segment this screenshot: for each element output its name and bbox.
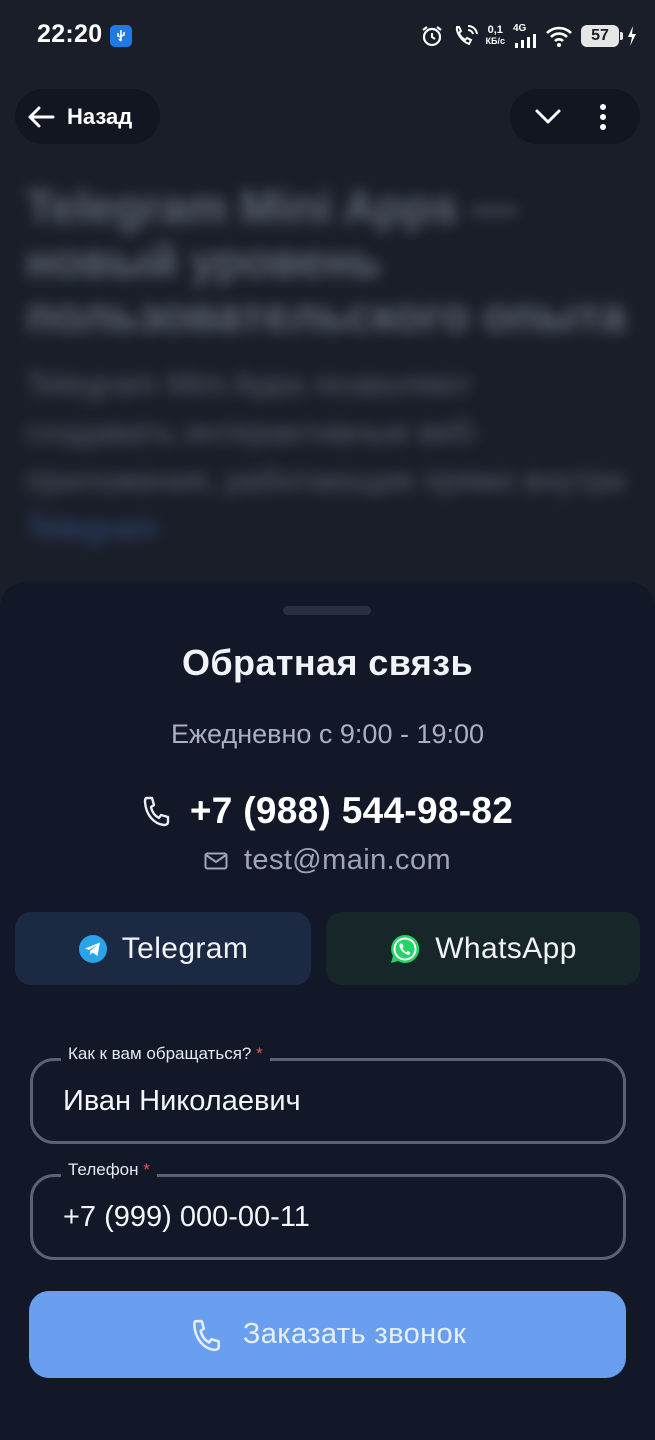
collapse-button[interactable] — [523, 92, 573, 142]
required-mark: * — [256, 1044, 263, 1063]
wifi-icon — [546, 26, 572, 47]
feedback-sheet: Обратная связь Ежедневно с 9:00 - 19:00 … — [0, 582, 655, 1440]
working-hours: Ежедневно с 9:00 - 19:00 — [170, 719, 485, 749]
signal-bars-icon — [515, 34, 536, 48]
phone-input[interactable] — [63, 1201, 603, 1234]
actions-pill — [510, 89, 640, 144]
telegram-button[interactable]: Telegram — [15, 912, 311, 985]
name-label-text: Как к вам обращаться? — [68, 1044, 252, 1063]
email-contact[interactable]: test@main.com — [0, 844, 655, 877]
cellular-signal: 4G — [513, 24, 537, 48]
article-text: Telegram Mini Apps позволяют создавать и… — [26, 360, 626, 552]
back-label: Назад — [67, 103, 133, 129]
phone-contact[interactable]: +7 (988) 544-98-82 — [0, 790, 655, 832]
name-field-label: Как к вам обращаться? * — [61, 1044, 270, 1064]
article-background: Telegram Mini Apps — новый уровень польз… — [26, 180, 626, 552]
network-type: 4G — [513, 23, 527, 34]
status-bar: 22:20 0,1 КБ/с 4G 57 — [0, 0, 655, 72]
more-vertical-icon — [599, 103, 606, 130]
telegram-icon — [78, 934, 107, 963]
article-body: Telegram Mini Apps позволяют создавать и… — [26, 366, 626, 498]
chevron-down-icon — [535, 109, 560, 123]
alarm-icon — [421, 26, 442, 47]
phone-number[interactable]: +7 (988) 544-98-82 — [190, 790, 513, 832]
request-call-label: Заказать звонок — [242, 1318, 467, 1350]
network-speed: 0,1 КБ/с — [486, 25, 505, 47]
name-field[interactable]: Как к вам обращаться? * — [30, 1044, 626, 1144]
usb-icon — [110, 25, 132, 47]
phone-field[interactable]: Телефон * — [30, 1160, 626, 1260]
article-title: Telegram Mini Apps — новый уровень польз… — [26, 181, 626, 341]
sheet-title: Обратная связь — [182, 642, 473, 683]
screen: 22:20 0,1 КБ/с 4G 57 Назад Telegram Mini… — [0, 0, 655, 1440]
more-menu-button[interactable] — [578, 92, 628, 142]
status-icons: 0,1 КБ/с 4G 57 — [420, 22, 637, 50]
whatsapp-label: WhatsApp — [435, 931, 577, 965]
phone-label-text: Телефон — [68, 1160, 139, 1179]
phone-field-label: Телефон * — [61, 1160, 157, 1180]
email-address[interactable]: test@main.com — [244, 844, 451, 877]
article-link: Telegram — [26, 510, 158, 546]
request-call-button[interactable]: Заказать звонок — [29, 1291, 626, 1378]
back-button[interactable]: Назад — [15, 89, 160, 144]
arrow-left-icon — [28, 106, 55, 127]
network-speed-unit: КБ/с — [485, 36, 505, 46]
required-mark: * — [143, 1160, 150, 1179]
battery-indicator: 57 — [581, 25, 623, 47]
sheet-drag-handle[interactable] — [283, 606, 371, 615]
phone-icon — [192, 1319, 220, 1351]
whatsapp-button[interactable]: WhatsApp — [326, 912, 640, 985]
phone-icon — [143, 796, 170, 827]
status-time: 22:20 — [37, 20, 103, 48]
charging-icon — [628, 26, 636, 46]
name-input[interactable] — [63, 1085, 603, 1118]
wifi-call-icon — [455, 24, 478, 46]
mail-icon — [204, 852, 228, 869]
whatsapp-icon — [391, 934, 420, 963]
network-speed-value: 0,1 — [487, 24, 503, 36]
telegram-label: Telegram — [121, 931, 249, 965]
